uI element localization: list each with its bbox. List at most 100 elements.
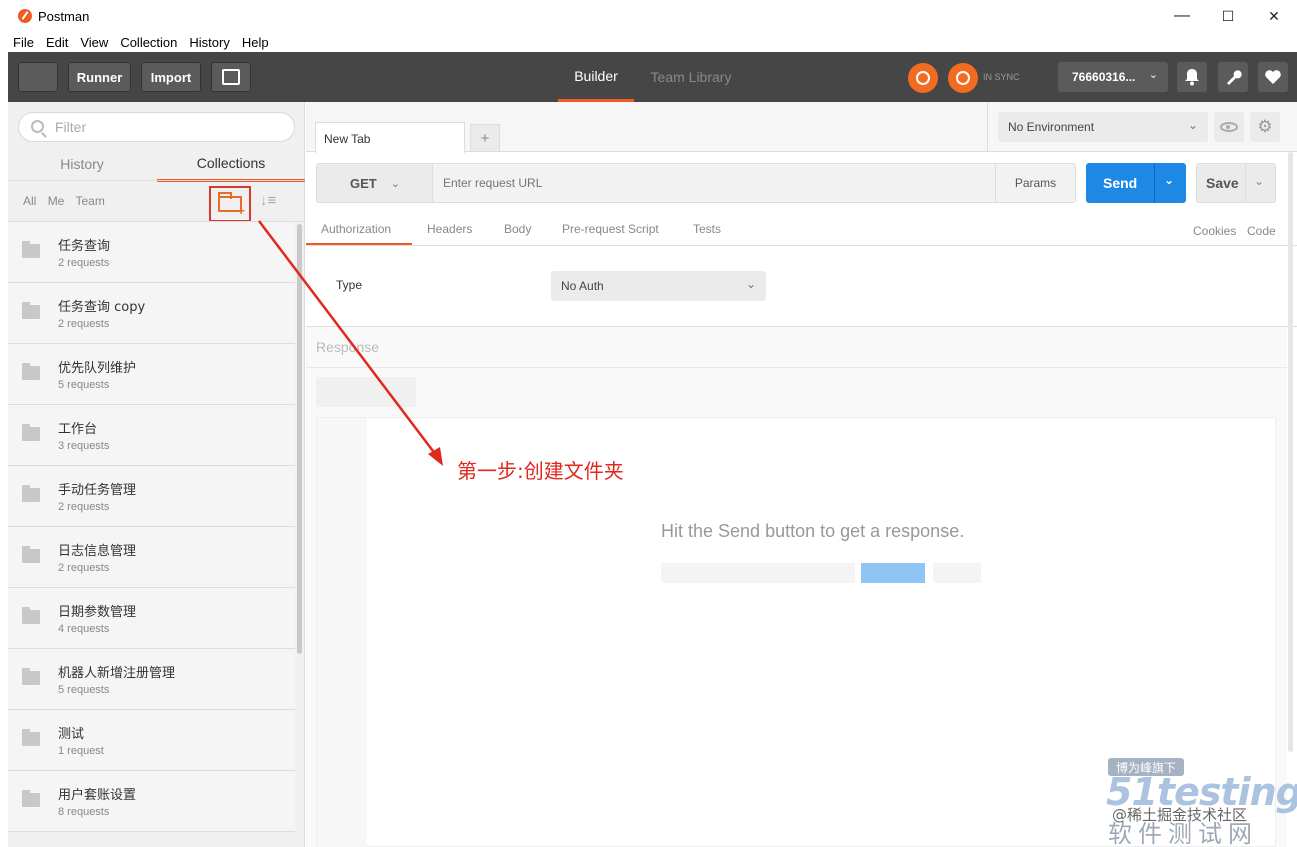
folder-add-icon (218, 192, 245, 217)
auth-type-select[interactable]: No Auth ⌄ (551, 271, 766, 301)
divider (8, 180, 305, 181)
tab-collections[interactable]: Collections (157, 146, 305, 182)
annotation-text: 第一步:创建文件夹 (457, 459, 624, 483)
runner-button[interactable]: Runner (68, 62, 131, 92)
collection-count: 2 requests (58, 257, 110, 269)
collection-item[interactable]: 优先队列维护 5 requests (8, 344, 295, 405)
window-title: Postman (38, 8, 90, 24)
main-scrollbar[interactable] (1288, 152, 1293, 752)
window-title-bar: Postman — ☐ ✕ (0, 0, 1297, 32)
folder-icon (22, 790, 40, 807)
sidebar-scrollbar[interactable] (297, 224, 302, 654)
bell-icon (1185, 69, 1199, 86)
divider (1154, 163, 1155, 203)
collection-count: 5 requests (58, 379, 110, 391)
folder-icon (22, 485, 40, 502)
auth-type-value: No Auth (561, 279, 604, 293)
collection-item[interactable]: 工作台 3 requests (8, 405, 295, 466)
collection-count: 2 requests (58, 318, 110, 330)
quick-look-button[interactable] (1214, 112, 1244, 142)
sort-icon[interactable]: ↓≡ (260, 192, 276, 209)
filter-input[interactable]: Filter (18, 112, 295, 142)
url-bar: GET ⌄ Params (316, 163, 1076, 203)
method-value: GET (350, 175, 377, 191)
settings-wrench-button[interactable] (1218, 62, 1248, 92)
save-label: Save (1206, 175, 1239, 191)
filter-placeholder: Filter (55, 119, 87, 135)
tab-history[interactable]: History (8, 146, 156, 182)
save-button[interactable]: Save ⌄ (1196, 163, 1276, 203)
tab-headers[interactable]: Headers (427, 222, 472, 236)
request-builder: New Tab + No Environment ⌄ ⚙ GET ⌄ Param… (306, 102, 1297, 847)
interceptor-button[interactable] (908, 63, 938, 93)
eye-icon (1220, 122, 1238, 132)
filter-all[interactable]: All (23, 194, 36, 208)
watermark-site: 软件测试网 (1108, 820, 1258, 847)
menu-view[interactable]: View (80, 35, 108, 50)
window-controls: — ☐ ✕ (1159, 0, 1297, 32)
chevron-down-icon[interactable]: ⌄ (1254, 174, 1264, 188)
collection-name: 任务查询 copy (58, 300, 146, 315)
menu-edit[interactable]: Edit (46, 35, 68, 50)
minimize-button[interactable]: — (1159, 0, 1205, 32)
user-dropdown[interactable]: 76660316... ⌄ (1058, 62, 1168, 92)
user-name: 76660316... (1072, 70, 1136, 84)
menu-history[interactable]: History (189, 35, 229, 50)
request-tab[interactable]: New Tab (315, 122, 465, 153)
environment-select[interactable]: No Environment ⌄ (998, 112, 1208, 142)
wrench-icon (1227, 70, 1242, 85)
manage-environments-button[interactable]: ⚙ (1250, 112, 1280, 142)
collection-item[interactable]: 日志信息管理 2 requests (8, 527, 295, 588)
collection-item[interactable]: 机器人新增注册管理 5 requests (8, 649, 295, 710)
maximize-button[interactable]: ☐ (1205, 0, 1251, 32)
collection-item[interactable]: 测试 1 request (8, 710, 295, 771)
request-section-tabs: Authorization Headers Body Pre-request S… (306, 214, 1297, 246)
divider (1245, 164, 1246, 202)
tab-authorization[interactable]: Authorization (321, 222, 391, 236)
skeleton-bar (933, 563, 981, 583)
toggle-sidebar-button[interactable] (18, 62, 58, 181)
collection-item[interactable]: 用户套账设置 8 requests (8, 771, 295, 832)
heart-button[interactable] (1258, 62, 1288, 92)
import-button[interactable]: Import (141, 62, 201, 92)
chevron-down-icon[interactable]: ⌄ (1164, 173, 1174, 187)
tab-body[interactable]: Body (504, 222, 531, 236)
heart-icon (1265, 70, 1281, 84)
collection-name: 测试 (58, 727, 85, 742)
tab-team-library[interactable]: Team Library (638, 52, 744, 102)
collection-count: 5 requests (58, 684, 110, 696)
tab-tests[interactable]: Tests (693, 222, 721, 236)
collection-item[interactable]: 任务查询 copy 2 requests (8, 283, 295, 344)
close-button[interactable]: ✕ (1251, 0, 1297, 32)
new-collection-button[interactable] (209, 186, 251, 222)
collection-item[interactable]: 任务查询 2 requests (8, 222, 295, 283)
sync-icon (956, 71, 970, 85)
satellite-icon (916, 71, 930, 85)
menu-collection[interactable]: Collection (120, 35, 177, 50)
tab-pre-request-script[interactable]: Pre-request Script (562, 222, 659, 236)
filter-team[interactable]: Team (75, 194, 104, 208)
params-button[interactable]: Params (995, 164, 1075, 202)
cookies-link[interactable]: Cookies (1193, 224, 1236, 238)
environment-bar: No Environment ⌄ ⚙ (987, 102, 1297, 152)
menu-help[interactable]: Help (242, 35, 269, 50)
menu-file[interactable]: File (13, 35, 34, 50)
code-link[interactable]: Code (1247, 224, 1276, 238)
environment-value: No Environment (1008, 120, 1095, 134)
tab-builder[interactable]: Builder (558, 52, 634, 102)
new-window-button[interactable] (211, 62, 251, 92)
url-input[interactable] (433, 164, 995, 202)
collection-item[interactable]: 手动任务管理 2 requests (8, 466, 295, 527)
collection-item[interactable]: 日期参数管理 4 requests (8, 588, 295, 649)
method-select[interactable]: GET ⌄ (317, 164, 433, 202)
filter-me[interactable]: Me (48, 194, 65, 208)
request-tab-strip: New Tab + (306, 102, 987, 153)
send-button[interactable]: Send ⌄ (1086, 163, 1186, 203)
notifications-button[interactable] (1177, 62, 1207, 92)
collection-name: 工作台 (58, 422, 98, 437)
sync-status: IN SYNC (983, 72, 1020, 82)
chevron-down-icon: ⌄ (390, 177, 400, 190)
add-tab-button[interactable]: + (470, 124, 500, 152)
divider (306, 367, 1287, 368)
sync-button[interactable] (948, 63, 978, 93)
